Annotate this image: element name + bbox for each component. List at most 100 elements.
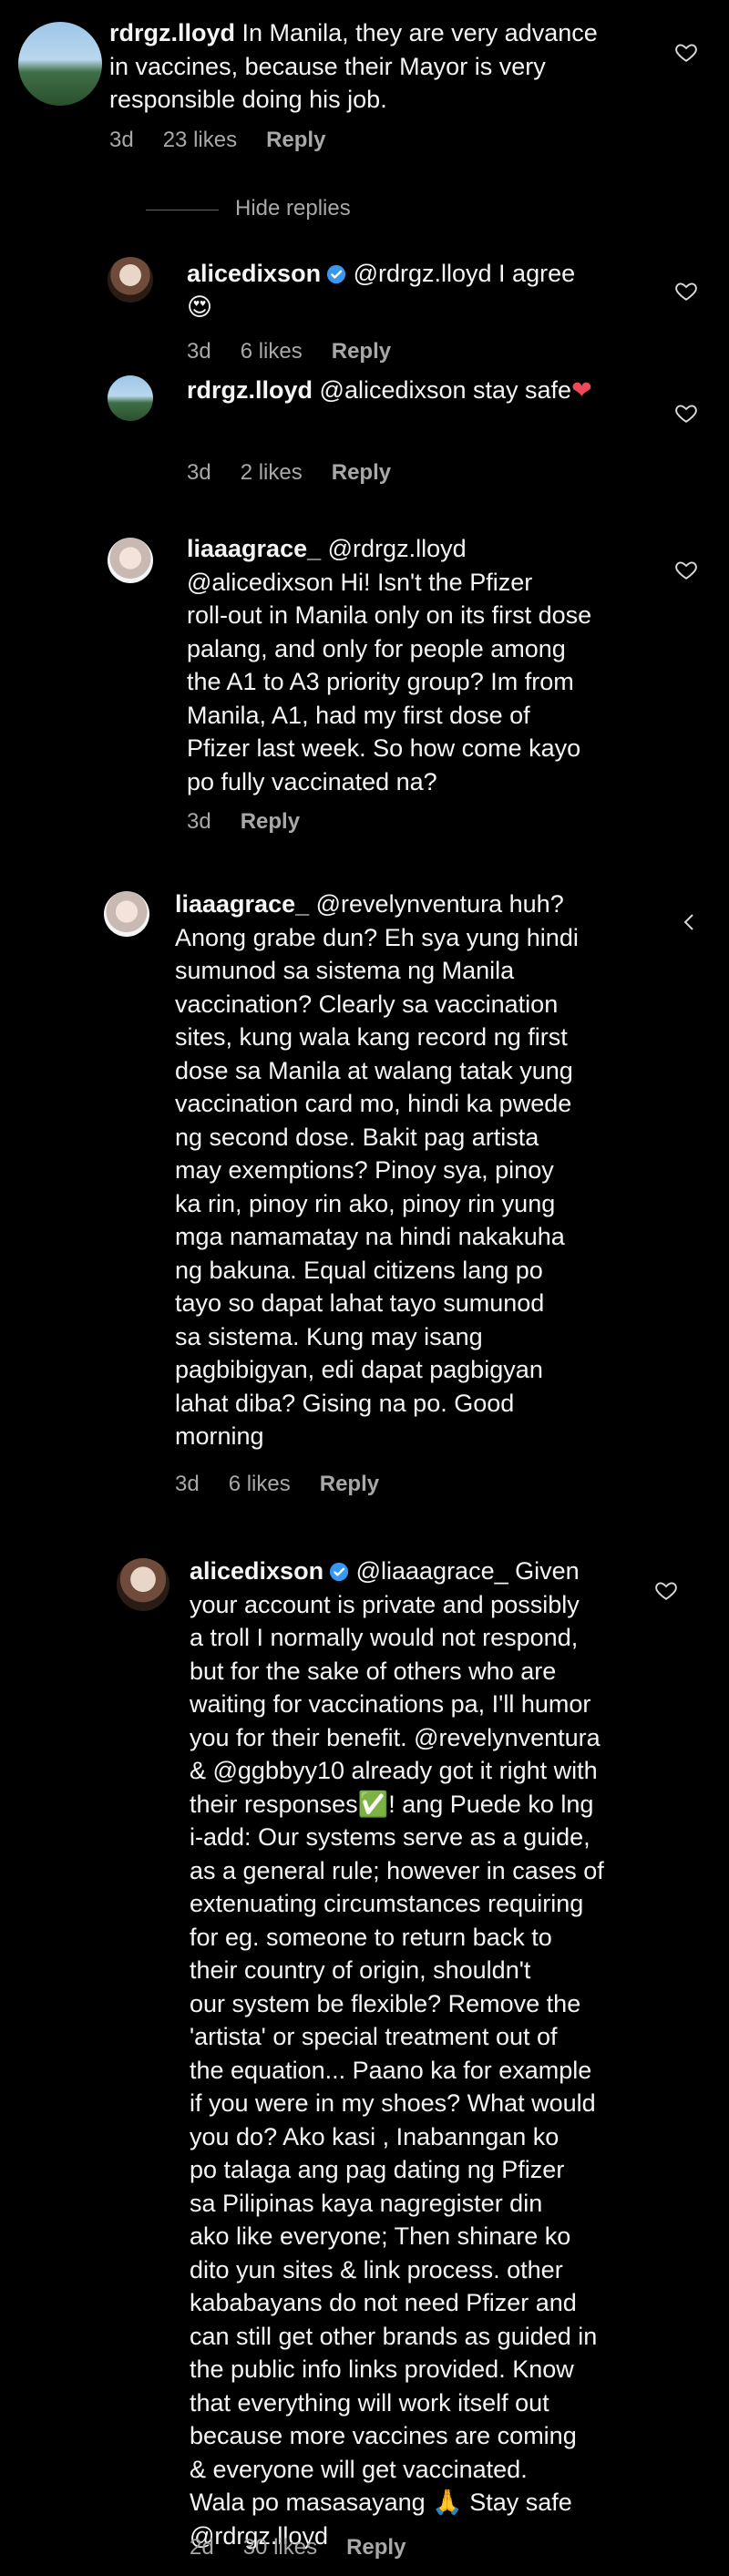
username[interactable]: rdrgz.lloyd bbox=[187, 376, 313, 404]
comment-line: dose sa Manila at walang tatak yung bbox=[175, 1056, 573, 1084]
comment-line: vaccination? Clearly sa vaccination bbox=[175, 990, 559, 1018]
comment-line: pagbibigyan, edi dapat pagbigyan bbox=[175, 1356, 543, 1383]
heart-outline-icon[interactable] bbox=[674, 279, 698, 303]
reply-button[interactable]: Reply bbox=[346, 2535, 406, 2560]
comment-line: our system be flexible? Remove the bbox=[190, 1989, 581, 2017]
comment-text: liaaagrace_ @revelynventura huh? Anong g… bbox=[175, 888, 685, 1453]
comment-line: but for the sake of others who are bbox=[190, 1657, 557, 1685]
likes-count[interactable]: 6 likes bbox=[241, 339, 303, 364]
emoji: 😍 bbox=[187, 292, 213, 321]
username[interactable]: alicedixson bbox=[187, 260, 321, 287]
comment-line: Manila, A1, had my first dose of bbox=[187, 701, 530, 729]
reply-button[interactable]: Reply bbox=[320, 1472, 379, 1496]
avatar[interactable] bbox=[104, 891, 149, 937]
red-heart-emoji: ❤ bbox=[571, 376, 592, 404]
comment-text: alicedixson @liaaagrace_ Given your acco… bbox=[190, 1555, 682, 2552]
avatar[interactable] bbox=[108, 538, 153, 583]
comment-line: lahat diba? Gising na po. Good bbox=[175, 1389, 515, 1417]
verified-badge-icon bbox=[326, 264, 346, 284]
comment-line: may exemptions? Pinoy sya, pinoy bbox=[175, 1156, 554, 1184]
likes-count[interactable]: 23 likes bbox=[163, 128, 237, 152]
comment-line: Anong grabe dun? Eh sya yung hindi bbox=[175, 923, 579, 951]
timestamp: 3d bbox=[187, 460, 211, 485]
comment-line: i-add: Our systems serve as a guide, bbox=[190, 1823, 590, 1851]
timestamp: 3d bbox=[187, 339, 211, 364]
comment-line: sa sistema. Kung may isang bbox=[175, 1322, 483, 1350]
comment-line: mga namamatay na hindi nakakuha bbox=[175, 1223, 565, 1250]
comment-line: you for their benefit. @revelynventura bbox=[190, 1723, 601, 1751]
comment-line: ka rin, pinoy rin ako, pinoy rin yung bbox=[175, 1189, 556, 1217]
likes-count[interactable]: 6 likes bbox=[229, 1472, 291, 1496]
heart-outline-icon[interactable] bbox=[674, 558, 698, 581]
comment-text: alicedixson @rdrgz.lloyd I agree 😍 bbox=[187, 257, 661, 323]
heart-outline-icon[interactable] bbox=[654, 1578, 678, 1602]
comment-meta: 3d Reply bbox=[187, 809, 329, 835]
username[interactable]: alicedixson bbox=[190, 1557, 323, 1585]
comment-meta: 3d 2 likes Reply bbox=[187, 460, 420, 486]
reply-button[interactable]: Reply bbox=[332, 460, 391, 485]
comment-line: you do? Ako kasi , Inabanngan ko bbox=[190, 2122, 560, 2150]
timestamp: 3d bbox=[175, 1472, 200, 1496]
username[interactable]: liaaagrace_ bbox=[175, 890, 309, 918]
avatar[interactable] bbox=[117, 1558, 169, 1611]
comment-line: ng bakuna. Equal citizens lang po bbox=[175, 1256, 543, 1284]
comment-line: @rdrgz.lloyd I agree bbox=[353, 260, 576, 287]
comment-line: @alicedixson stay safe bbox=[319, 376, 572, 404]
avatar[interactable] bbox=[108, 257, 153, 303]
comment-line: sa Pilipinas kaya nagregister din bbox=[190, 2189, 543, 2217]
comment-line: waiting for vaccinations pa, I'll humor bbox=[190, 1690, 591, 1718]
comment-line: roll-out in Manila only on its first dos… bbox=[187, 601, 592, 629]
comment-line: morning bbox=[175, 1422, 264, 1450]
comment-line: tayo so dapat lahat tayo sumunod bbox=[175, 1289, 545, 1317]
comment-line: vaccination card mo, hindi ka pwede bbox=[175, 1090, 572, 1117]
comment-line: kababayans do not need Pfizer and bbox=[190, 2289, 577, 2316]
comment-line: Wala po masasayang 🙏 Stay safe bbox=[190, 2489, 572, 2516]
heart-outline-icon[interactable] bbox=[674, 401, 698, 425]
timestamp: 3d bbox=[187, 809, 211, 834]
comment-text: liaaagrace_ @rdrgz.lloyd @alicedixson Hi… bbox=[187, 532, 679, 798]
comment-line: In Manila, they are very advance bbox=[241, 19, 598, 46]
comment-line: responsible doing his job. bbox=[109, 86, 387, 113]
comment-line: @alicedixson Hi! Isn't the Pfizer bbox=[187, 568, 533, 596]
comment-line: sites, kung wala kang record ng first bbox=[175, 1023, 568, 1051]
comment-line: that everything will work itself out bbox=[190, 2388, 549, 2417]
likes-count[interactable]: 30 likes bbox=[243, 2535, 317, 2560]
comment-line: in vaccines, because their Mayor is very bbox=[109, 52, 546, 80]
comment-line: ng second dose. Bakit pag artista bbox=[175, 1123, 539, 1151]
heart-outline-icon[interactable] bbox=[680, 911, 698, 933]
comment-line: @liaaagrace_ Given bbox=[355, 1557, 580, 1585]
comment-line: palang, and only for people among bbox=[187, 634, 566, 662]
comment-line: sumunod sa sistema ng Manila bbox=[175, 957, 515, 984]
hide-replies-button[interactable]: Hide replies bbox=[235, 196, 351, 221]
comment-line: @rdrgz.lloyd bbox=[327, 535, 467, 562]
comment-line: extenuating circumstances requiring bbox=[190, 1890, 584, 1917]
username[interactable]: rdrgz.lloyd bbox=[109, 19, 235, 46]
comment-line: for eg. someone to return back to bbox=[190, 1923, 552, 1951]
likes-count[interactable]: 2 likes bbox=[241, 460, 303, 485]
comment-text: rdrgz.lloyd In Manila, they are very adv… bbox=[109, 16, 674, 117]
comment-line: po talaga ang pag dating ng Pfizer bbox=[190, 2156, 565, 2183]
avatar[interactable] bbox=[108, 375, 153, 421]
comment-line: your account is private and possibly bbox=[190, 1590, 580, 1618]
comment-text: rdrgz.lloyd @alicedixson stay safe❤ bbox=[187, 374, 679, 407]
comment-meta: 3d 23 likes Reply bbox=[109, 128, 354, 153]
comment-line: 'artista' or special treatment out of bbox=[190, 2023, 558, 2050]
reply-button[interactable]: Reply bbox=[332, 339, 391, 364]
comment-line: the public info links provided. Know bbox=[190, 2355, 574, 2383]
comment-line: & everyone will get vaccinated. bbox=[190, 2455, 528, 2483]
comment-meta: 3d 6 likes Reply bbox=[187, 339, 420, 364]
comment-meta: 3d 6 likes Reply bbox=[175, 1472, 408, 1497]
comment-line: po fully vaccinated na? bbox=[187, 767, 437, 795]
comment-line: their responses✅! ang Puede ko lng bbox=[190, 1790, 594, 1818]
comment-line: because more vaccines are coming bbox=[190, 2422, 577, 2449]
avatar[interactable] bbox=[18, 22, 102, 106]
heart-outline-icon[interactable] bbox=[674, 40, 698, 64]
comment-line: ako like everyone; Then shinare ko bbox=[190, 2222, 571, 2250]
timestamp: 3d bbox=[109, 128, 134, 152]
reply-button[interactable]: Reply bbox=[241, 809, 300, 834]
comment-line: Pfizer last week. So how come kayo bbox=[187, 734, 581, 762]
username[interactable]: liaaagrace_ bbox=[187, 535, 321, 562]
comment-line: the A1 to A3 priority group? Im from bbox=[187, 668, 574, 695]
reply-button[interactable]: Reply bbox=[266, 128, 325, 152]
comment-line: if you were in my shoes? What would bbox=[190, 2089, 596, 2117]
